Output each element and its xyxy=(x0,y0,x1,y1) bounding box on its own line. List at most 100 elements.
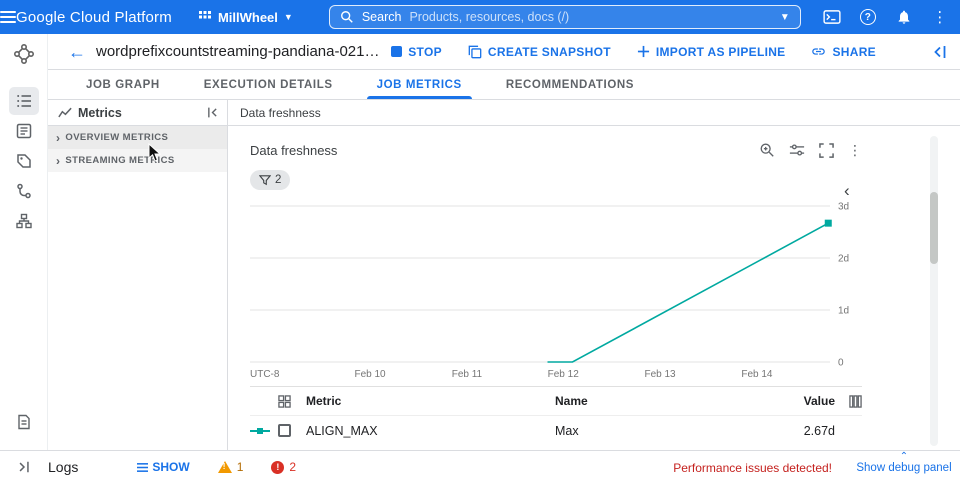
columns-icon[interactable] xyxy=(835,395,862,408)
col-header-metric[interactable]: Metric xyxy=(306,394,555,408)
collapse-legend-button[interactable]: ‹ xyxy=(844,182,850,199)
pipelines-icon xyxy=(16,183,32,199)
search-input[interactable]: Search Products, resources, docs (/) ▼ xyxy=(329,5,801,29)
nav-workspaces-button[interactable] xyxy=(9,207,39,235)
series-line xyxy=(548,223,829,362)
left-nav-rail xyxy=(0,34,48,450)
table-grid-icon xyxy=(278,395,306,408)
job-header-bar: ← wordprefixcountstreaming-pandiana-0212… xyxy=(48,34,960,70)
chevron-right-icon: › xyxy=(56,155,60,167)
metric-table: Metric Name Value ALIGN_MAX Max xyxy=(250,386,862,445)
show-logs-button[interactable]: SHOW xyxy=(136,460,189,474)
show-debug-panel-button[interactable]: ⌃ Show debug panel xyxy=(854,452,954,474)
hamburger-icon xyxy=(0,8,16,26)
errors-count[interactable]: ! 2 xyxy=(271,460,296,474)
job-tabs: JOB GRAPH EXECUTION DETAILS JOB METRICS … xyxy=(48,70,960,100)
more-options-button[interactable]: ⋮ xyxy=(927,4,953,30)
tab-recommendations[interactable]: RECOMMENDATIONS xyxy=(488,70,652,99)
collapse-info-panel-button[interactable] xyxy=(932,44,948,60)
back-button[interactable]: ← xyxy=(68,43,86,61)
nav-notebooks-button[interactable] xyxy=(9,117,39,145)
chevron-up-icon: ⌃ xyxy=(900,452,908,462)
metrics-group-overview[interactable]: › OVERVIEW METRICS xyxy=(48,126,227,149)
collapse-panel-icon xyxy=(932,44,948,60)
y-tick-label: 2d xyxy=(838,254,849,265)
project-selector[interactable]: MillWheel ▼ xyxy=(190,6,301,29)
x-tick-label: Feb 13 xyxy=(644,369,676,380)
metrics-group-streaming[interactable]: › STREAMING METRICS xyxy=(48,149,227,172)
link-icon xyxy=(811,44,826,59)
list-icon xyxy=(136,462,149,473)
top-app-bar: Google Cloud Platform MillWheel ▼ Search… xyxy=(0,0,960,34)
search-label: Search xyxy=(362,10,402,24)
notifications-button[interactable] xyxy=(891,4,917,30)
nav-pipelines-button[interactable] xyxy=(9,177,39,205)
jobs-icon xyxy=(16,93,32,109)
metric-table-header: Metric Name Value xyxy=(250,387,862,416)
notebooks-icon xyxy=(16,123,32,139)
job-title: wordprefixcountstreaming-pandiana-021202… xyxy=(96,43,381,60)
data-freshness-card: Data freshness ⋮ xyxy=(228,126,960,445)
warnings-count[interactable]: 1 xyxy=(218,460,244,474)
search-placeholder: Products, resources, docs (/) xyxy=(409,10,771,24)
open-logs-panel-button[interactable] xyxy=(0,460,48,474)
metrics-side-panel: Metrics › OVERVIEW METRICS › STREAMING M… xyxy=(48,100,228,450)
metrics-panel-title: Metrics xyxy=(78,106,200,120)
vertical-scrollbar[interactable] xyxy=(930,136,938,446)
series-checkbox[interactable] xyxy=(278,424,291,437)
stop-icon xyxy=(391,46,402,57)
dataflow-logo xyxy=(9,39,39,69)
chart-more-button[interactable]: ⋮ xyxy=(848,142,862,159)
warning-icon xyxy=(218,461,232,473)
chevron-down-icon: ▼ xyxy=(284,12,293,22)
performance-alert: Performance issues detected! xyxy=(673,461,832,475)
help-icon: ? xyxy=(860,9,876,25)
tune-icon xyxy=(789,142,805,158)
table-row[interactable]: ALIGN_MAX Max 2.67d xyxy=(250,416,862,445)
create-snapshot-button[interactable]: CREATE SNAPSHOT xyxy=(468,45,611,59)
fullscreen-icon xyxy=(819,143,834,158)
series-end-marker xyxy=(825,220,832,227)
col-header-name[interactable]: Name xyxy=(555,394,775,408)
brand-logo[interactable]: Google Cloud Platform xyxy=(16,9,172,26)
menu-button[interactable] xyxy=(0,0,16,34)
tab-job-graph[interactable]: JOB GRAPH xyxy=(68,70,178,99)
collapse-metrics-panel-button[interactable] xyxy=(206,106,219,119)
chart-title: Data freshness xyxy=(250,143,759,158)
share-button[interactable]: SHARE xyxy=(811,44,876,59)
cloud-shell-button[interactable] xyxy=(819,4,845,30)
chart-fullscreen-button[interactable] xyxy=(819,143,834,158)
col-header-value[interactable]: Value xyxy=(775,394,835,408)
nav-feedback-button[interactable] xyxy=(9,408,39,436)
search-chevron-icon[interactable]: ▼ xyxy=(780,12,790,23)
cell-name: Max xyxy=(555,424,775,438)
nav-jobs-button[interactable] xyxy=(9,87,39,115)
scrollbar-thumb[interactable] xyxy=(930,192,938,264)
panel-collapse-icon xyxy=(206,106,219,119)
zoom-in-icon xyxy=(759,142,775,158)
logs-label: Logs xyxy=(48,459,78,475)
cell-metric: ALIGN_MAX xyxy=(306,424,555,438)
x-tick-label: Feb 11 xyxy=(452,369,483,380)
freshness-chart[interactable]: 3d2d1d0UTC-8Feb 10Feb 11Feb 12Feb 13Feb … xyxy=(250,200,862,384)
tab-job-metrics[interactable]: JOB METRICS xyxy=(359,70,480,99)
tab-execution-details[interactable]: EXECUTION DETAILS xyxy=(186,70,351,99)
import-as-pipeline-button[interactable]: IMPORT AS PIPELINE xyxy=(637,45,786,59)
metrics-chart-icon xyxy=(58,107,72,119)
filter-chip[interactable]: 2 xyxy=(250,170,290,190)
cell-value: 2.67d xyxy=(775,424,835,438)
chart-options-button[interactable] xyxy=(789,142,805,158)
error-icon: ! xyxy=(271,461,284,474)
stop-button[interactable]: STOP xyxy=(391,45,442,59)
y-tick-label: 1d xyxy=(838,306,849,317)
help-button[interactable]: ? xyxy=(855,4,881,30)
nav-snapshots-button[interactable] xyxy=(9,147,39,175)
project-name: MillWheel xyxy=(218,10,278,25)
snapshots-icon xyxy=(16,153,32,169)
metrics-main-pane: Data freshness Data freshness xyxy=(228,100,960,450)
cloud-shell-icon xyxy=(823,10,841,24)
chart-zoom-button[interactable] xyxy=(759,142,775,158)
x-tick-label: UTC-8 xyxy=(250,369,280,380)
logs-footer-bar: Logs SHOW 1 ! 2 Performance issues detec… xyxy=(0,450,960,483)
snapshot-icon xyxy=(468,45,482,59)
